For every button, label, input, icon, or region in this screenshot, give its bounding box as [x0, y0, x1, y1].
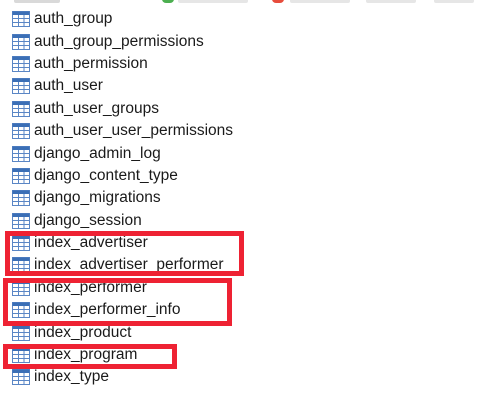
table-name: index_type [34, 368, 109, 386]
toolbar-fragment [434, 0, 474, 3]
table-name: auth_group_permissions [34, 32, 204, 50]
table-name: auth_user_groups [34, 99, 159, 117]
table-name: index_performer_info [34, 301, 181, 319]
table-row[interactable]: index_product [0, 321, 484, 343]
table-name: auth_permission [34, 54, 148, 72]
table-name: index_performer [34, 278, 147, 296]
table-name: auth_group [34, 10, 113, 28]
table-icon [11, 279, 31, 297]
table-row[interactable]: auth_user [0, 75, 484, 97]
table-row[interactable]: index_advertiser [0, 232, 484, 254]
table-icon [11, 77, 31, 95]
table-row[interactable]: index_performer_info [0, 299, 484, 321]
table-row[interactable]: django_content_type [0, 165, 484, 187]
table-icon [11, 346, 31, 364]
table-icon [11, 145, 31, 163]
table-icon [11, 301, 31, 319]
toolbar-fragment [366, 0, 416, 3]
table-row[interactable]: django_session [0, 210, 484, 232]
status-green-icon [162, 0, 174, 3]
table-icon [11, 368, 31, 386]
table-icon [11, 10, 31, 28]
table-icon [11, 33, 31, 51]
table-list: auth_group auth_group_permissions auth_p… [0, 8, 484, 389]
table-name: django_session [34, 211, 142, 229]
table-icon [11, 256, 31, 274]
toolbar-fragment [290, 0, 350, 3]
table-icon [11, 189, 31, 207]
table-icon [11, 100, 31, 118]
toolbar-fragment [14, 0, 60, 3]
table-name: auth_user_user_permissions [34, 122, 234, 140]
table-icon [11, 167, 31, 185]
table-row[interactable]: index_program [0, 344, 484, 366]
toolbar-fragment [178, 0, 248, 3]
table-name: index_program [34, 346, 138, 364]
table-row[interactable]: auth_group [0, 8, 484, 30]
table-name: django_migrations [34, 189, 161, 207]
toolbar-cropped [0, 0, 484, 6]
table-name: django_content_type [34, 166, 178, 184]
table-icon [11, 324, 31, 342]
table-row[interactable]: django_migrations [0, 187, 484, 209]
table-row[interactable]: index_type [0, 366, 484, 388]
table-icon [11, 122, 31, 140]
table-row[interactable]: auth_user_user_permissions [0, 120, 484, 142]
status-red-icon [272, 0, 284, 3]
table-row[interactable]: auth_group_permissions [0, 30, 484, 52]
table-name: index_advertiser [34, 234, 148, 252]
table-icon [11, 234, 31, 252]
table-name: index_product [34, 323, 132, 341]
table-row[interactable]: index_advertiser_performer [0, 254, 484, 276]
table-row[interactable]: index_performer [0, 277, 484, 299]
table-name: index_advertiser_performer [34, 256, 224, 274]
table-row[interactable]: auth_permission [0, 53, 484, 75]
table-name: auth_user [34, 77, 103, 95]
table-row[interactable]: auth_user_groups [0, 98, 484, 120]
table-icon [11, 55, 31, 73]
table-row[interactable]: django_admin_log [0, 142, 484, 164]
table-name: django_admin_log [34, 144, 161, 162]
table-icon [11, 212, 31, 230]
